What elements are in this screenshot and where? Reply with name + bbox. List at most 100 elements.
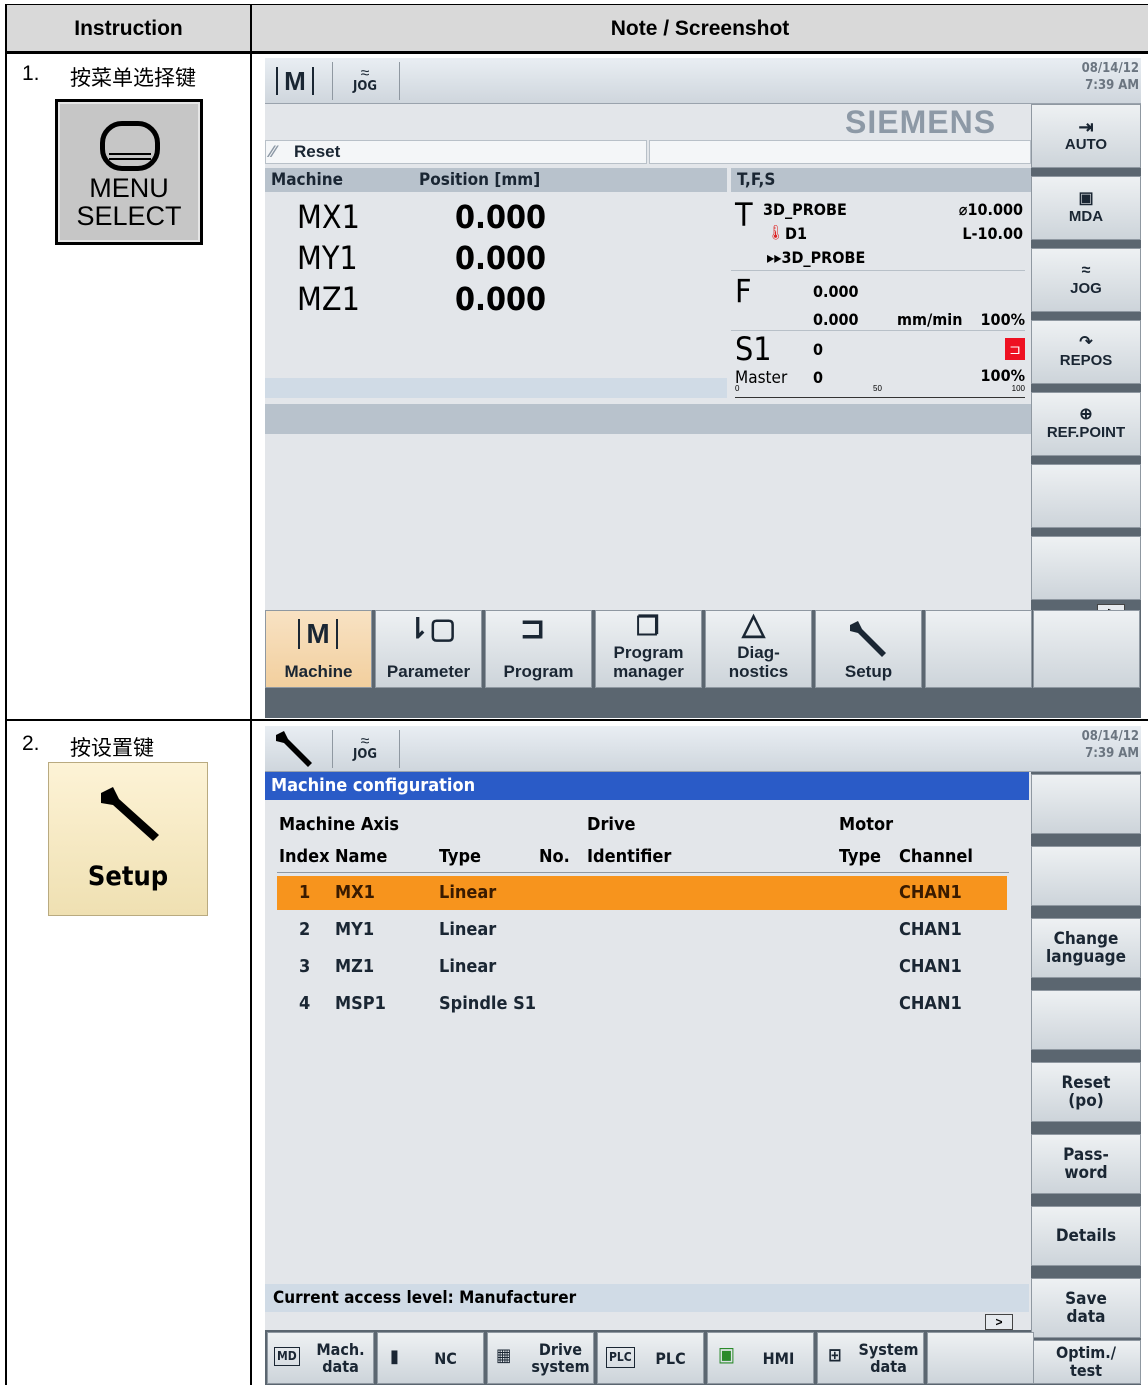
tfs-panel: T 3D_PROBE ⌀10.000 🌡 D1 L-10.00 ▸▸3D_PRO… (731, 194, 1031, 400)
table-row[interactable]: 4 MSP1 Spindle S1 CHAN1 (277, 987, 1007, 1021)
program-icon: ⊐ (520, 612, 546, 645)
hsk-optim-test[interactable]: Optim./test (1031, 1340, 1141, 1384)
hsk-nc[interactable]: ▮ NC (377, 1332, 484, 1384)
table-row[interactable]: 1 MX1 Linear CHAN1 (277, 876, 1007, 910)
feed-actual: 0.000 (813, 282, 859, 301)
machine-config-title: Machine configuration (265, 772, 1029, 800)
hsk-etc[interactable] (1033, 610, 1140, 688)
monitor-icon (100, 121, 160, 171)
hsk-setup[interactable]: Setup (815, 610, 922, 688)
axis-list-footer (265, 378, 727, 398)
machine-icon: M (298, 619, 338, 649)
vsk-reset-po[interactable]: Reset (po) (1031, 1062, 1141, 1122)
setup-key-label: Setup (87, 861, 169, 892)
hsk-system-data[interactable]: ⊞ System data (817, 1332, 924, 1384)
tool-d: D1 (785, 224, 807, 243)
vsk-save-data-label-2: data (1066, 1307, 1106, 1327)
master-label: Master (735, 368, 788, 388)
table-border-mid (250, 4, 252, 1385)
vsk-refpoint-label: REF.POINT (1046, 424, 1126, 441)
vsk-refpoint[interactable]: ⊕ REF.POINT (1031, 392, 1141, 456)
scale-max: 100 (1011, 384, 1025, 393)
thermometer-icon: 🌡 (767, 224, 785, 240)
diagnostics-icon: △ (742, 608, 766, 641)
row-channel: CHAN1 (899, 956, 962, 977)
hmi-screen-1: M ≈ JOG 08/14/12 7:39 AM ⇥ AUTO ▣ MDA ≈ JOG… (265, 58, 1141, 718)
table-border-left (5, 4, 7, 1385)
etc-button[interactable]: > (985, 1314, 1013, 1330)
vsk2-4[interactable] (1031, 990, 1141, 1050)
tool-letter: T (735, 196, 753, 234)
master-value: 0 (813, 368, 824, 387)
hmi-screen-2: ≈ JOG 08/14/12 7:39 AM Machine configura… (265, 726, 1141, 1385)
axis-value: 0.000 (455, 280, 547, 318)
instruction-header: Instruction (6, 5, 251, 52)
menu-select-label-1: MENU (89, 173, 169, 203)
vsk-change-language-label-2: language (1046, 947, 1126, 967)
hsk-empty-7[interactable] (925, 610, 1032, 688)
screen1-date: 08/14/12 (1081, 61, 1139, 76)
step2-text: 按设置键 (70, 736, 154, 760)
vsk-jog-label: JOG (1070, 280, 1102, 297)
vsk-empty-6[interactable] (1031, 464, 1141, 528)
col-channel: Channel (899, 846, 973, 867)
note-header: Note / Screenshot (252, 5, 1148, 52)
axis-value: 0.000 (455, 239, 547, 277)
scale-min: 0 (735, 384, 740, 393)
table-row[interactable]: 3 MZ1 Linear CHAN1 (277, 950, 1007, 984)
hsk-hmi[interactable]: ▣ HMI (707, 1332, 814, 1384)
vsk-repos[interactable]: ↷ REPOS (1031, 320, 1141, 384)
instruction-header-label: Instruction (74, 16, 183, 40)
hsk-machine[interactable]: M Machine (265, 610, 372, 688)
vsk-jog[interactable]: ≈ JOG (1031, 248, 1141, 312)
hsk-diagnostics-label-1: Diag- (737, 643, 780, 662)
vsk-empty-7[interactable] (1031, 536, 1141, 600)
note-header-label: Note / Screenshot (610, 16, 790, 40)
vsk-change-language[interactable]: Change language (1031, 918, 1141, 978)
vsk-mda[interactable]: ▣ MDA (1031, 176, 1141, 240)
hsk-parameter[interactable]: ⇂▢ Parameter (375, 610, 482, 688)
vsk-save-data[interactable]: Save data (1031, 1278, 1141, 1338)
system-data-icon: ⊞ (828, 1345, 842, 1366)
vsk-auto[interactable]: ⇥ AUTO (1031, 104, 1141, 168)
hsk-program-label-2: Program (503, 662, 574, 681)
hsk-machine-label-2: Machine (284, 662, 353, 681)
vsk-details[interactable]: Details (1031, 1206, 1141, 1266)
vsk-password[interactable]: Pass-word (1031, 1134, 1141, 1194)
hsk-setup-label-2: Setup (844, 662, 893, 681)
spindle-letter: S1 (735, 330, 772, 368)
hsk-program[interactable]: ⊐ Program (485, 610, 592, 688)
col-name: Name (335, 846, 388, 867)
hsk-plc[interactable]: PLC PLC (597, 1332, 704, 1384)
row-type: Spindle S1 (439, 993, 537, 1014)
hsk-program-manager-label-1: Program (613, 643, 684, 662)
feed-override: 100% (980, 310, 1025, 329)
hsk-hmi-label: HMI (762, 1348, 795, 1368)
hsk-program-manager[interactable]: ❐ Program manager (595, 610, 702, 688)
hsk-system-data-label-1: System (858, 1340, 919, 1359)
hsk-drive-system[interactable]: ▦ Drive system (487, 1332, 594, 1384)
spindle-value: 0 (813, 340, 824, 359)
menu-select-key: MENU SELECT (55, 99, 203, 245)
vsk2-2[interactable] (1031, 846, 1141, 906)
hsk-drive-label-1: Drive (538, 1340, 583, 1359)
reset-icon: ⁄⁄ (270, 142, 276, 161)
hsk-diagnostics[interactable]: △ Diag-nostics (705, 610, 812, 688)
vsk2-1[interactable] (1031, 774, 1141, 834)
tfs-header: T,F,S (737, 170, 776, 190)
drive-group: Drive (587, 814, 636, 835)
table-row[interactable]: 2 MY1 Linear CHAN1 (277, 913, 1007, 947)
col-index: Index (279, 846, 330, 867)
jog-mode-icon: ≈ JOG (353, 733, 377, 762)
step1-text: 按菜单选择键 (70, 66, 196, 90)
brand-logo: SIEMENS (845, 104, 997, 140)
plc-icon: PLC (606, 1347, 635, 1368)
hsk-mach-data[interactable]: MD Mach. data (267, 1332, 374, 1384)
hsk-empty-7[interactable] (927, 1332, 1034, 1384)
row-index: 1 (299, 882, 311, 903)
row-index: 2 (299, 919, 311, 940)
axis-name: MY1 (297, 239, 358, 277)
hsk-mach-data-label-1: Mach. (316, 1340, 365, 1359)
hsk-drive-label-2: system (531, 1357, 590, 1376)
tool-diameter: ⌀10.000 (958, 200, 1023, 219)
